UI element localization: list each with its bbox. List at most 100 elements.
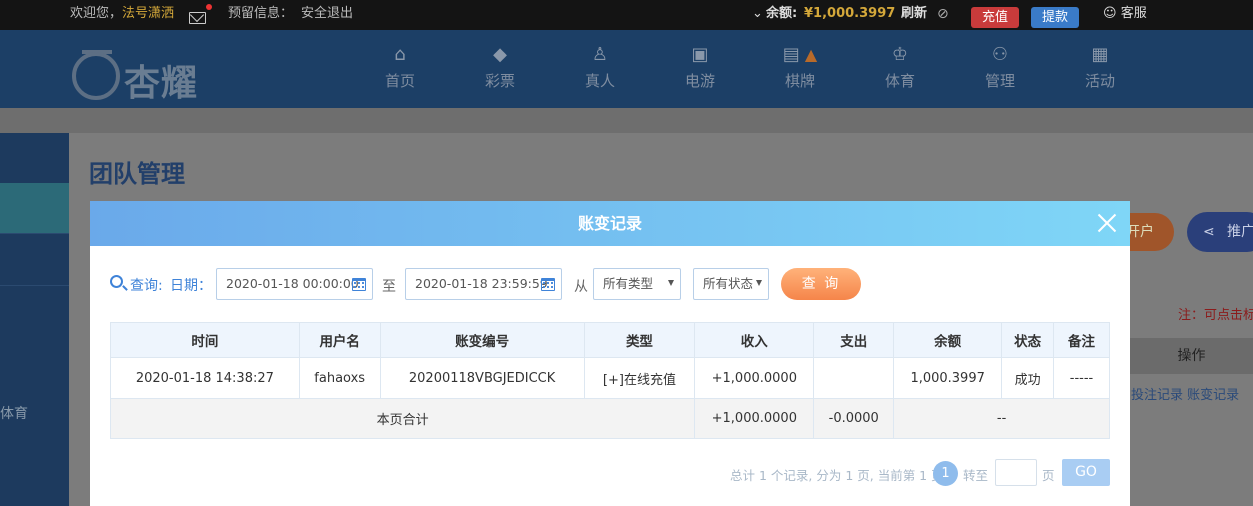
date-label: 日期： <box>170 278 212 294</box>
query-row: 查询: 日期： 2020-01-18 00:00:00 至 2020-01-18… <box>90 267 1130 301</box>
ops-column-header: 操作 <box>1130 338 1253 374</box>
cell-username: fahaoxs <box>298 357 381 399</box>
reserved-info-label: 预留信息： <box>228 6 294 21</box>
modal-title: 账变记录 <box>90 201 1130 246</box>
unread-dot <box>206 4 212 10</box>
goto-label: 转至 <box>963 468 989 483</box>
mail-icon[interactable] <box>189 7 206 24</box>
type-select-value: 所有类型 <box>603 276 654 291</box>
logout-link[interactable]: 安全退出 <box>301 0 353 30</box>
column-header: 类型 <box>583 322 696 358</box>
chat-icon: ☺ <box>1103 6 1117 21</box>
cell-balance: 1,000.3997 <box>893 357 1003 399</box>
sidebar: 体育 <box>0 133 69 506</box>
nav-item-lottery[interactable]: ◆ 彩票 <box>468 44 532 91</box>
share-icon: ⋖ <box>1203 224 1215 240</box>
hide-eye-icon[interactable]: ⊘ <box>937 0 949 30</box>
column-header: 用户名 <box>298 322 381 358</box>
column-header: 收入 <box>694 322 815 358</box>
customer-service-link[interactable]: ☺ 客服 <box>1103 0 1147 30</box>
summary-balance: -- <box>893 398 1110 439</box>
note-text: 注：可点击标 <box>1178 308 1253 323</box>
calendar-icon[interactable] <box>541 278 555 291</box>
diamond-icon: ◆ <box>493 44 507 65</box>
account-record-link[interactable]: 账变记录 <box>1187 388 1239 403</box>
start-date-value: 2020-01-18 00:00:00 <box>226 276 359 291</box>
welcome-text: 欢迎您， <box>70 6 123 21</box>
nav-item-slots[interactable]: ▣ 电游 <box>668 44 732 91</box>
type-select[interactable]: 所有类型 <box>593 268 681 300</box>
nav-item-label: 活动 <box>1084 72 1115 90</box>
nav-item-live[interactable]: ♙ 真人 <box>568 44 632 91</box>
nav-item-label: 电游 <box>684 72 715 90</box>
end-date-input[interactable]: 2020-01-18 23:59:59 <box>405 268 562 300</box>
nav-item-label: 真人 <box>584 72 615 90</box>
nav-item-home[interactable]: ⌂ 首页 <box>368 44 432 91</box>
page-1-button[interactable]: 1 <box>933 461 958 486</box>
sidebar-divider <box>0 285 69 286</box>
column-header: 余额 <box>893 322 1003 358</box>
nav-item-manage[interactable]: ⚇ 管理 <box>968 44 1032 91</box>
cell-remark: ----- <box>1053 357 1110 399</box>
to-label: 至 <box>382 279 396 295</box>
top-bar: 欢迎您， 法号潇洒 预留信息： 安全退出 ⌄ 余额: ¥1,000.3997 刷… <box>0 0 1253 30</box>
promote-button[interactable]: ⋖ 推广 <box>1187 212 1253 252</box>
users-icon: ⚇ <box>991 44 1009 65</box>
summary-income: +1,000.0000 <box>694 398 815 439</box>
promote-label: 推广 <box>1227 224 1253 240</box>
cell-type: [+]在线充值 <box>583 357 696 399</box>
hot-badge-icon: ▲ <box>799 45 818 64</box>
username-link[interactable]: 法号潇洒 <box>122 0 174 30</box>
status-select-value: 所有状态 <box>703 276 754 291</box>
arcade-icon: ▣ <box>691 44 709 65</box>
record-table: 时间 用户名 账变编号 类型 收入 支出 余额 状态 备注 2020-01-18… <box>109 322 1110 439</box>
sidebar-item-active[interactable] <box>0 183 69 233</box>
sidebar-item-sports[interactable]: 体育 <box>0 403 28 423</box>
page-unit-label: 页 <box>1042 468 1055 483</box>
nav-item-label: 体育 <box>884 72 915 90</box>
nav-item-label: 彩票 <box>484 72 515 90</box>
withdraw-button-label: 提款 <box>1031 7 1080 28</box>
refresh-link[interactable]: 刷新 <box>901 0 927 30</box>
nav-item-chess[interactable]: ▤ ▲ 棋牌 <box>768 44 832 91</box>
dim-band <box>0 108 1253 133</box>
nav-item-label: 首页 <box>384 72 415 90</box>
nav-item-events[interactable]: ▦ 活动 <box>1068 44 1132 91</box>
person-icon: ♙ <box>591 44 609 65</box>
goto-page-input[interactable] <box>995 459 1037 486</box>
table-header-row: 时间 用户名 账变编号 类型 收入 支出 余额 状态 备注 <box>110 322 1110 358</box>
status-select[interactable]: 所有状态 <box>693 268 769 300</box>
calendar-icon[interactable] <box>352 278 366 291</box>
nav-item-sports[interactable]: ♔ 体育 <box>868 44 932 91</box>
close-icon[interactable] <box>1097 213 1117 233</box>
nav-item-label: 管理 <box>984 72 1015 90</box>
column-header: 支出 <box>813 322 895 358</box>
nav-item-label: 棋牌 <box>784 72 815 90</box>
summary-row: 本页合计 +1,000.0000 -0.0000 -- <box>109 398 1110 439</box>
account-record-modal: 账变记录 查询: 日期： 2020-01-18 00:00:00 至 2020-… <box>90 201 1130 506</box>
start-date-input[interactable]: 2020-01-18 00:00:00 <box>216 268 373 300</box>
column-header: 状态 <box>1001 322 1055 358</box>
query-button[interactable]: 查 询 <box>781 268 861 300</box>
end-date-value: 2020-01-18 23:59:59 <box>415 276 548 291</box>
withdraw-button[interactable]: 提款 <box>1031 4 1080 28</box>
dropdown-arrow-icon <box>756 280 762 286</box>
deposit-button[interactable]: 充值 <box>971 4 1020 28</box>
card-icon: ▤ ▲ <box>782 44 818 65</box>
balance-value: ¥1,000.3997 <box>804 6 896 21</box>
site-logo[interactable]: 杏耀 <box>72 38 222 104</box>
chevron-down-icon[interactable]: ⌄ <box>752 0 763 30</box>
balance-label: 余额: <box>766 6 798 21</box>
cell-record-no: 20200118VBGJEDICCK <box>379 357 585 399</box>
bet-record-link[interactable]: 投注记录 <box>1131 388 1183 403</box>
trophy-icon: ♔ <box>891 44 909 65</box>
deposit-button-label: 充值 <box>971 7 1020 28</box>
logo-emblem <box>72 52 120 100</box>
customer-service-label: 客服 <box>1120 6 1147 21</box>
column-header: 账变编号 <box>379 322 585 358</box>
go-button[interactable]: GO <box>1062 459 1110 486</box>
column-header: 时间 <box>110 322 300 358</box>
column-header: 备注 <box>1053 322 1110 358</box>
ops-links: 投注记录 账变记录 <box>1131 384 1239 403</box>
home-icon: ⌂ <box>394 44 406 65</box>
